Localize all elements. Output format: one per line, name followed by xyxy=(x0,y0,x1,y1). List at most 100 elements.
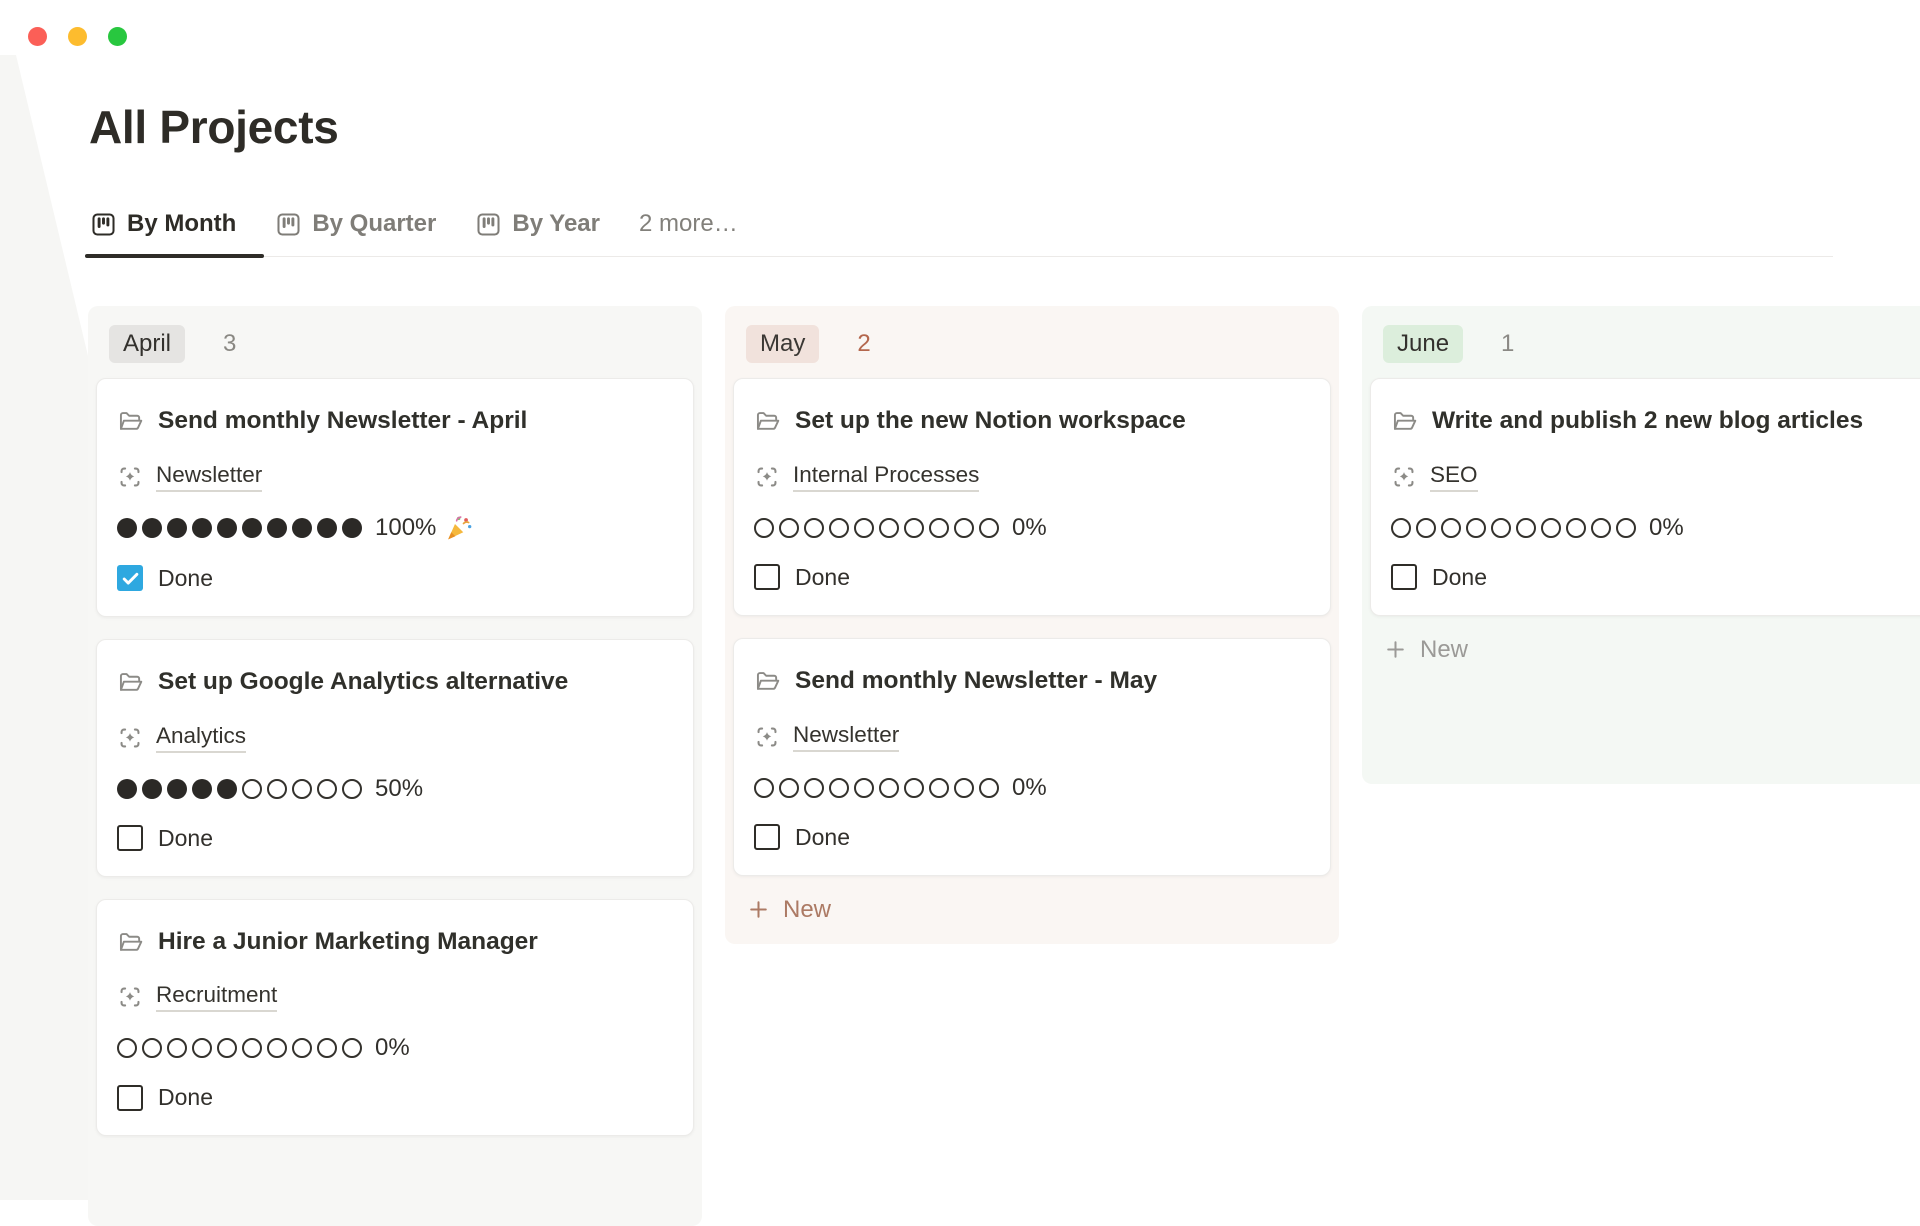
progress-row: 0% xyxy=(754,774,1310,802)
progress-dot xyxy=(779,778,799,798)
progress-dot xyxy=(829,518,849,538)
board-view-icon xyxy=(90,211,117,238)
done-row: Done xyxy=(117,565,673,592)
plus-icon xyxy=(1384,638,1407,661)
tab-by-month[interactable]: By Month xyxy=(88,206,238,256)
progress-dot xyxy=(879,778,899,798)
project-card[interactable]: Write and publish 2 new blog articlesSEO… xyxy=(1370,378,1920,616)
progress-dot xyxy=(242,1038,262,1058)
done-checkbox[interactable] xyxy=(117,1085,143,1111)
project-property-row: SEO xyxy=(1391,462,1920,492)
project-property-row: Analytics xyxy=(117,723,673,753)
progress-dot xyxy=(979,518,999,538)
column-pill[interactable]: May xyxy=(746,325,819,363)
board-view-icon xyxy=(475,211,502,238)
checkmark-icon xyxy=(120,568,141,589)
done-checkbox[interactable] xyxy=(117,825,143,851)
done-row: Done xyxy=(117,1084,673,1111)
plus-icon xyxy=(747,898,770,921)
project-card[interactable]: Set up Google Analytics alternative Analy… xyxy=(96,639,694,877)
card-title: Send monthly Newsletter - April xyxy=(158,403,527,440)
progress-dot xyxy=(117,518,137,538)
progress-dot xyxy=(929,778,949,798)
project-link[interactable]: Analytics xyxy=(156,723,246,753)
progress-dot xyxy=(804,518,824,538)
progress-dot xyxy=(754,518,774,538)
progress-percent: 50% xyxy=(375,775,423,803)
tab-label: By Quarter xyxy=(312,210,436,238)
tab-by-year[interactable]: By Year xyxy=(473,206,602,256)
done-checkbox[interactable] xyxy=(754,824,780,850)
column-count: 2 xyxy=(857,330,870,358)
card-title: Send monthly Newsletter - May xyxy=(795,663,1157,700)
progress-percent: 0% xyxy=(1012,774,1047,802)
project-card[interactable]: Send monthly Newsletter - May Newsletter 0… xyxy=(733,638,1331,876)
progress-dot xyxy=(217,1038,237,1058)
tabs-row: By Month By Quarter By Year 2 more… xyxy=(88,206,1833,257)
project-target-icon xyxy=(117,464,143,490)
project-card[interactable]: Send monthly Newsletter - April Newslette… xyxy=(96,378,694,617)
progress-dot xyxy=(1616,518,1636,538)
close-window-button[interactable] xyxy=(28,27,47,46)
progress-dot xyxy=(267,779,287,799)
card-title-row: Set up Google Analytics alternative xyxy=(117,664,673,701)
project-target-icon xyxy=(117,984,143,1010)
done-row: Done xyxy=(754,824,1310,851)
column-pill[interactable]: April xyxy=(109,325,185,363)
zoom-window-button[interactable] xyxy=(108,27,127,46)
progress-dot xyxy=(1516,518,1536,538)
progress-dot xyxy=(1441,518,1461,538)
tab-by-quarter[interactable]: By Quarter xyxy=(273,206,438,256)
progress-dot xyxy=(242,779,262,799)
new-item-button[interactable]: New xyxy=(1370,616,1920,676)
open-folder-icon xyxy=(754,668,781,695)
card-title: Hire a Junior Marketing Manager xyxy=(158,924,538,961)
card-title: Set up Google Analytics alternative xyxy=(158,664,568,701)
progress-dot xyxy=(267,1038,287,1058)
progress-dot xyxy=(954,518,974,538)
done-checkbox[interactable] xyxy=(1391,564,1417,590)
done-label: Done xyxy=(795,824,850,851)
project-target-icon xyxy=(117,725,143,751)
progress-dot xyxy=(167,779,187,799)
progress-dot xyxy=(142,518,162,538)
progress-dot xyxy=(267,518,287,538)
done-checkbox[interactable] xyxy=(754,564,780,590)
tab-2-more[interactable]: 2 more… xyxy=(637,206,740,256)
progress-dot xyxy=(117,779,137,799)
new-item-button[interactable]: New xyxy=(733,876,1331,936)
progress-dot xyxy=(292,518,312,538)
progress-percent: 0% xyxy=(1012,514,1047,542)
board: April3Send monthly Newsletter - AprilNew… xyxy=(88,306,1920,1226)
progress-dot xyxy=(317,779,337,799)
done-row: Done xyxy=(117,825,673,852)
tab-label: By Year xyxy=(512,210,600,238)
project-property-row: Recruitment xyxy=(117,982,673,1012)
progress-dot xyxy=(829,778,849,798)
progress-dot xyxy=(1566,518,1586,538)
project-link[interactable]: Newsletter xyxy=(793,722,899,752)
column-cards: Send monthly Newsletter - April Newslette… xyxy=(96,378,694,1136)
board-column-may: May 2 Set up the new Notion workspaceInter… xyxy=(725,306,1339,944)
minimize-window-button[interactable] xyxy=(68,27,87,46)
project-card[interactable]: Set up the new Notion workspaceInternal … xyxy=(733,378,1331,616)
progress-dot xyxy=(142,779,162,799)
progress-dot xyxy=(1466,518,1486,538)
project-link[interactable]: Recruitment xyxy=(156,982,277,1012)
project-target-icon xyxy=(754,464,780,490)
done-row: Done xyxy=(1391,564,1920,591)
column-pill[interactable]: June xyxy=(1383,325,1463,363)
progress-row: 0% xyxy=(754,514,1310,542)
progress-percent: 100% xyxy=(375,514,436,542)
project-link[interactable]: SEO xyxy=(1430,462,1478,492)
project-property-row: Internal Processes xyxy=(754,462,1310,492)
project-card[interactable]: Hire a Junior Marketing Manager Recruitme… xyxy=(96,899,694,1137)
project-link[interactable]: Internal Processes xyxy=(793,462,979,492)
done-checkbox[interactable] xyxy=(117,565,143,591)
project-link[interactable]: Newsletter xyxy=(156,462,262,492)
done-label: Done xyxy=(1432,564,1487,591)
progress-dot xyxy=(242,518,262,538)
tab-label: By Month xyxy=(127,210,236,238)
new-item-label: New xyxy=(783,896,831,924)
open-folder-icon xyxy=(117,669,144,696)
